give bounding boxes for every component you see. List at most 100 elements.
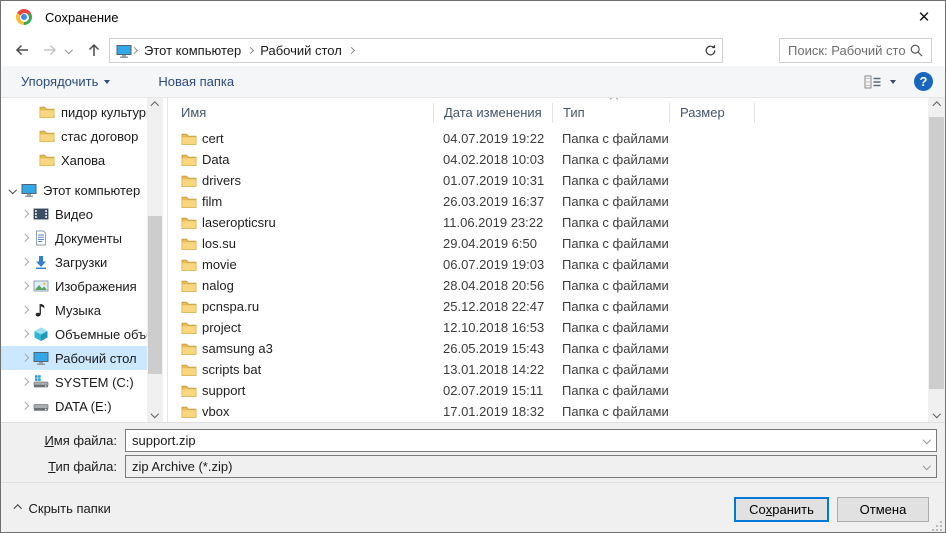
expand-chevron-icon[interactable]: [21, 234, 29, 242]
sidebar-item-3d-objects[interactable]: Объемные объекты: [1, 322, 147, 346]
column-header-type[interactable]: Тип: [552, 103, 669, 123]
folder-icon: [39, 152, 55, 168]
search-icon[interactable]: [909, 43, 924, 58]
file-row[interactable]: support 02.07.2019 15:11 Папка с файлами: [168, 380, 928, 401]
sidebar-item-music[interactable]: Музыка: [1, 298, 147, 322]
file-row[interactable]: los.su 29.04.2019 6:50 Папка с файлами: [168, 233, 928, 254]
folder-icon: [181, 383, 197, 399]
file-row[interactable]: laseropticsru 11.06.2019 23:22 Папка с ф…: [168, 212, 928, 233]
folder-icon: [181, 131, 197, 147]
sidebar-item-stas-dogovor[interactable]: стас договор: [1, 124, 147, 148]
folder-icon: [181, 299, 197, 315]
search-box: [779, 38, 932, 63]
picture-icon: [33, 278, 49, 294]
sidebar-item-documents[interactable]: Документы: [1, 226, 147, 250]
file-row[interactable]: drivers 01.07.2019 10:31 Папка с файлами: [168, 170, 928, 191]
sidebar-item-khapova[interactable]: Хапова: [1, 148, 147, 172]
filename-label: Имя файла:: [7, 433, 117, 448]
file-row[interactable]: cert 04.07.2019 19:22 Папка с файлами: [168, 128, 928, 149]
refresh-icon: [703, 43, 718, 58]
expand-chevron-icon[interactable]: [21, 378, 29, 386]
hide-folders-button[interactable]: Скрыть папки: [15, 501, 111, 516]
file-row[interactable]: film 26.03.2019 16:37 Папка с файлами: [168, 191, 928, 212]
new-folder-button[interactable]: Новая папка: [148, 66, 244, 97]
breadcrumb[interactable]: Этот компьютер Рабочий стол: [109, 38, 723, 63]
drive-icon: [33, 398, 49, 414]
search-input[interactable]: [780, 43, 909, 58]
folder-icon: [181, 152, 197, 168]
scroll-down-icon[interactable]: [147, 406, 163, 422]
drive-win-icon: [33, 374, 49, 390]
save-button[interactable]: Сохранить: [734, 497, 829, 522]
window-title: Сохранение: [45, 10, 119, 25]
monitor-icon: [21, 182, 37, 198]
sort-ascending-icon: [610, 98, 618, 103]
up-button[interactable]: [81, 37, 107, 63]
sidebar-item-data-e[interactable]: DATA (E:): [1, 394, 147, 418]
file-row[interactable]: nalog 28.04.2018 20:56 Папка с файлами: [168, 275, 928, 296]
file-row[interactable]: Data 04.02.2018 10:03 Папка с файлами: [168, 149, 928, 170]
expand-chevron-icon[interactable]: [21, 306, 29, 314]
file-row[interactable]: scripts bat 13.01.2018 14:22 Папка с фай…: [168, 359, 928, 380]
chevron-up-icon: [14, 505, 22, 513]
close-button[interactable]: ✕: [907, 3, 941, 31]
sidebar-item-desktop[interactable]: Рабочий стол: [1, 346, 147, 370]
scroll-down-icon[interactable]: [928, 406, 945, 422]
cancel-button[interactable]: Отмена: [837, 497, 929, 522]
file-row[interactable]: project 12.10.2018 16:53 Папка с файлами: [168, 317, 928, 338]
sidebar-scrollbar[interactable]: [147, 98, 163, 422]
expand-chevron-icon[interactable]: [21, 258, 29, 266]
column-header-size[interactable]: Размер: [669, 103, 754, 123]
expand-chevron-icon[interactable]: [21, 402, 29, 410]
help-button[interactable]: ?: [914, 72, 933, 91]
chrome-icon: [16, 9, 32, 25]
scrollbar-thumb[interactable]: [929, 117, 944, 389]
organize-button[interactable]: Упорядочить: [11, 66, 120, 97]
file-row[interactable]: vbox 17.01.2019 18:32 Папка с файлами: [168, 401, 928, 422]
folder-icon: [181, 341, 197, 357]
file-name-panel: Имя файла: Тип файла: zip Archive (*.zip…: [1, 422, 945, 482]
title-bar: Сохранение ✕: [1, 1, 945, 34]
monitor-icon: [33, 350, 49, 366]
refresh-button[interactable]: [699, 38, 723, 63]
scrollbar-thumb[interactable]: [148, 216, 162, 374]
filename-input[interactable]: [125, 429, 937, 452]
expand-chevron-icon[interactable]: [21, 282, 29, 290]
file-row[interactable]: movie 06.07.2019 19:03 Папка с файлами: [168, 254, 928, 275]
folder-icon: [181, 320, 197, 336]
expand-chevron-icon[interactable]: [21, 354, 29, 362]
desktop-icon: [116, 43, 132, 59]
sidebar-item-video[interactable]: Видео: [1, 202, 147, 226]
resize-grip-icon[interactable]: [931, 520, 942, 531]
list-scrollbar[interactable]: [928, 98, 945, 422]
sidebar-item-pidor-kultury[interactable]: пидор культуры: [1, 100, 147, 124]
folder-icon: [181, 236, 197, 252]
column-header-date[interactable]: Дата изменения: [433, 103, 552, 123]
command-bar: Упорядочить Новая папка ?: [1, 66, 945, 98]
sidebar-item-downloads[interactable]: Загрузки: [1, 250, 147, 274]
column-header-name[interactable]: Имя: [168, 103, 433, 123]
folder-icon: [181, 278, 197, 294]
content-area: пидор культуры стас договор Хапова Этот …: [1, 98, 945, 422]
sidebar-item-this-pc[interactable]: Этот компьютер: [1, 178, 147, 202]
sidebar-item-system-c[interactable]: SYSTEM (C:): [1, 370, 147, 394]
breadcrumb-this-pc[interactable]: Этот компьютер: [137, 43, 248, 58]
expand-chevron-icon[interactable]: [21, 210, 29, 218]
recent-locations-button[interactable]: [61, 37, 77, 63]
folder-icon: [181, 194, 197, 210]
folder-icon: [181, 215, 197, 231]
back-button[interactable]: [9, 37, 35, 63]
scroll-up-icon[interactable]: [928, 98, 945, 114]
expand-chevron-icon[interactable]: [9, 186, 17, 194]
sidebar-item-pictures[interactable]: Изображения: [1, 274, 147, 298]
expand-chevron-icon[interactable]: [21, 330, 29, 338]
filetype-select[interactable]: zip Archive (*.zip): [125, 455, 937, 478]
file-row[interactable]: samsung a3 26.05.2019 15:43 Папка с файл…: [168, 338, 928, 359]
breadcrumb-desktop[interactable]: Рабочий стол: [253, 43, 349, 58]
forward-button[interactable]: [37, 37, 63, 63]
view-mode-button[interactable]: [860, 75, 900, 89]
file-row[interactable]: pcnspa.ru 25.12.2018 22:47 Папка с файла…: [168, 296, 928, 317]
forward-arrow-icon: [42, 42, 58, 58]
scroll-up-icon[interactable]: [147, 98, 163, 114]
folder-icon: [39, 128, 55, 144]
